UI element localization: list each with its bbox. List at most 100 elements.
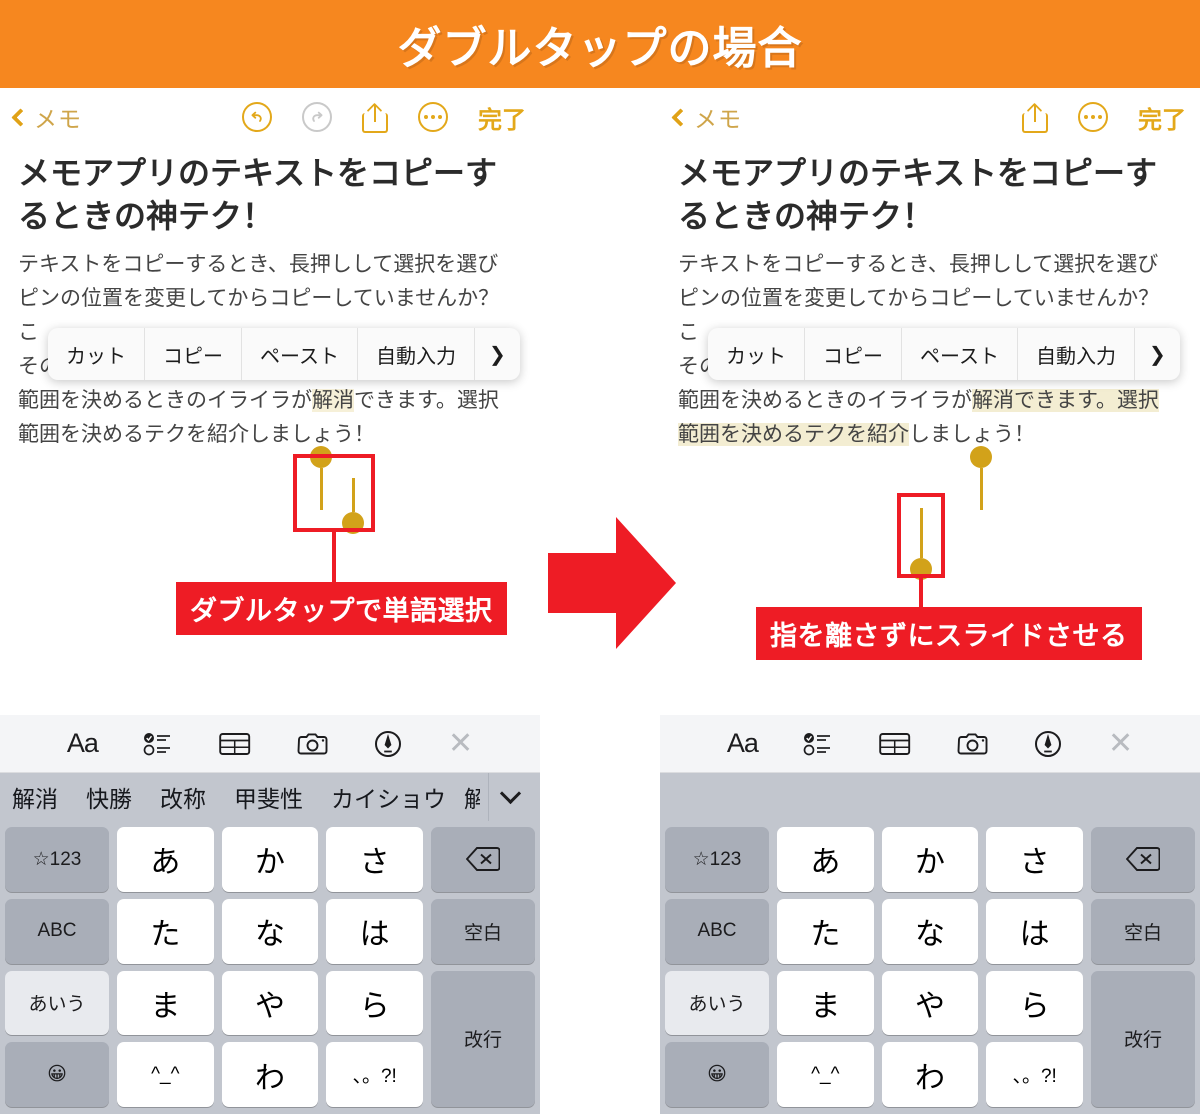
table-icon[interactable] (879, 731, 911, 757)
suggestion-item[interactable]: 解消 (0, 780, 72, 814)
note-content-right: メモアプリのテキストをコピーするときの神テク！ テキストをコピーするとき、長押し… (660, 146, 1200, 452)
checklist-icon[interactable] (143, 731, 173, 757)
more-dots-glyph (424, 115, 442, 119)
text-format-icon[interactable]: Aa (727, 728, 759, 759)
key-ra[interactable]: ら (986, 970, 1083, 1036)
key-a[interactable]: あ (117, 827, 214, 892)
delete-icon[interactable] (430, 827, 535, 892)
selected-range-right-part2[interactable]: 範囲を決めるテクを紹介 (678, 423, 909, 447)
key-sa[interactable]: さ (326, 827, 423, 892)
note-title-right: メモアプリのテキストをコピーするときの神テク！ (678, 155, 1158, 235)
suggestions-expand-button[interactable] (488, 773, 532, 821)
suggestion-item[interactable]: カイショウ (317, 780, 460, 814)
note-line: テキストをコピーするとき、長押しして選択を選び (18, 253, 499, 277)
emoji-icon[interactable]: 😀 (665, 1042, 769, 1107)
text-context-menu-left: カット コピー ペースト 自動入力 ❯ (48, 328, 520, 380)
key-wa[interactable]: わ (881, 1042, 979, 1107)
context-menu-autofill-left[interactable]: 自動入力 (358, 328, 475, 380)
key-sa[interactable]: さ (986, 827, 1083, 892)
key-punctuation[interactable]: 、。?! (986, 1042, 1083, 1107)
key-abc[interactable]: ABC (5, 898, 109, 964)
key-ha[interactable]: は (986, 898, 1083, 964)
key-a[interactable]: あ (777, 827, 874, 892)
key-space[interactable]: 空白 (430, 898, 535, 964)
done-button-right[interactable]: 完了 (1138, 100, 1186, 135)
camera-icon[interactable] (297, 731, 329, 757)
selected-word-left[interactable]: 解消 (312, 389, 354, 413)
context-menu-autofill-right[interactable]: 自動入力 (1018, 328, 1135, 380)
key-ta[interactable]: た (777, 898, 874, 964)
emoji-icon[interactable]: 😀 (5, 1042, 109, 1107)
context-menu-paste-right[interactable]: ペースト (902, 328, 1018, 380)
markup-pen-icon[interactable] (374, 730, 402, 758)
keyboard-toolbar-left: Aa ✕ (0, 715, 540, 773)
key-num-symbols[interactable]: ☆123 (665, 827, 769, 892)
context-menu-cut-left[interactable]: カット (48, 328, 145, 380)
key-num-symbols[interactable]: ☆123 (5, 827, 109, 892)
markup-pen-icon[interactable] (1034, 730, 1062, 758)
back-button-left[interactable]: メモ (11, 100, 82, 134)
key-ma[interactable]: ま (117, 970, 214, 1036)
selected-range-right-part1[interactable]: 解消できます。選択 (972, 389, 1159, 413)
selection-handle-knob (970, 446, 992, 468)
note-content-left: メモアプリのテキストをコピーするときの神テク！ テキストをコピーするとき、長押し… (0, 146, 540, 452)
chevron-left-icon (671, 107, 690, 127)
share-icon[interactable] (362, 101, 388, 133)
selection-handle-start-right[interactable] (970, 446, 992, 510)
share-icon[interactable] (1022, 101, 1048, 133)
key-ta[interactable]: た (117, 898, 214, 964)
suggestion-item-clipped[interactable]: 解 (464, 780, 480, 814)
key-ka[interactable]: か (221, 827, 319, 892)
context-menu-cut-right[interactable]: カット (708, 328, 805, 380)
camera-icon[interactable] (957, 731, 989, 757)
close-icon[interactable]: ✕ (448, 726, 473, 761)
context-menu-copy-right[interactable]: コピー (805, 328, 902, 380)
context-menu-copy-left[interactable]: コピー (145, 328, 242, 380)
suggestion-item[interactable]: 改称 (146, 780, 220, 814)
text-format-icon[interactable]: Aa (67, 728, 99, 759)
back-button-right[interactable]: メモ (671, 100, 742, 134)
suggestion-item[interactable]: 甲斐性 (220, 780, 317, 814)
key-ha[interactable]: は (326, 898, 423, 964)
note-line: 範囲を決めるときのイライラが解消できます。選択 (678, 389, 1159, 413)
done-button-left[interactable]: 完了 (478, 100, 526, 135)
context-menu-paste-left[interactable]: ペースト (242, 328, 358, 380)
annotation-label-right: 指を離さずにスライドさせる (756, 607, 1142, 660)
suggestion-item[interactable]: 快勝 (72, 780, 146, 814)
table-icon[interactable] (219, 731, 251, 757)
key-space[interactable]: 空白 (1090, 898, 1195, 964)
key-enter[interactable]: 改行 (1090, 970, 1195, 1107)
key-ya[interactable]: や (881, 970, 979, 1036)
delete-icon[interactable] (1090, 827, 1195, 892)
right-arrow-icon (548, 505, 676, 665)
key-na[interactable]: な (881, 898, 979, 964)
key-na[interactable]: な (221, 898, 319, 964)
undo-icon[interactable] (242, 102, 272, 132)
annotation-box-left (293, 454, 375, 532)
key-abc[interactable]: ABC (665, 898, 769, 964)
key-kaomoji[interactable]: ^_^ (117, 1042, 214, 1107)
keyboard-right: Aa ✕ ☆123 あ か さ ABC た な は 空白 あいう ま や ら 改… (660, 715, 1200, 1114)
key-kana[interactable]: あいう (5, 970, 109, 1036)
redo-icon (302, 102, 332, 132)
more-dots-icon[interactable] (1078, 102, 1108, 132)
key-ma[interactable]: ま (777, 970, 874, 1036)
key-kana[interactable]: あいう (665, 970, 769, 1036)
key-ya[interactable]: や (221, 970, 319, 1036)
selection-handle-bar (979, 468, 983, 510)
context-menu-more-left[interactable]: ❯ (475, 328, 520, 380)
key-ka[interactable]: か (881, 827, 979, 892)
keyboard-toolbar-right: Aa ✕ (660, 715, 1200, 773)
key-wa[interactable]: わ (221, 1042, 319, 1107)
checklist-icon[interactable] (803, 731, 833, 757)
context-menu-more-right[interactable]: ❯ (1135, 328, 1180, 380)
note-line: ピンの位置を変更してからコピーしていませんか？ (18, 287, 500, 311)
key-enter[interactable]: 改行 (430, 970, 535, 1107)
key-kaomoji[interactable]: ^_^ (777, 1042, 874, 1107)
chevron-down-icon (499, 782, 522, 805)
key-punctuation[interactable]: 、。?! (326, 1042, 423, 1107)
more-dots-icon[interactable] (418, 102, 448, 132)
suggestion-bar-right (660, 773, 1200, 821)
close-icon[interactable]: ✕ (1108, 726, 1133, 761)
key-ra[interactable]: ら (326, 970, 423, 1036)
